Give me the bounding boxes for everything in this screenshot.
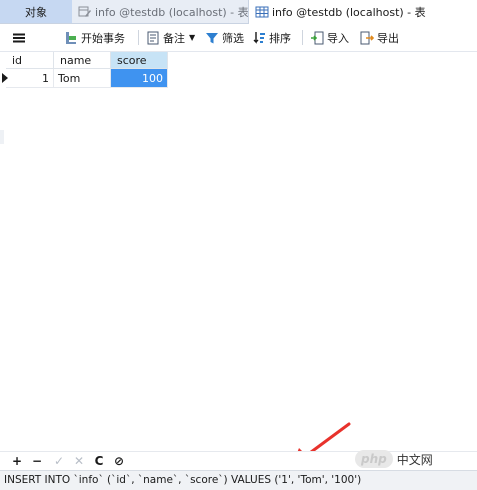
stop-button[interactable]: ⊘ xyxy=(110,452,128,470)
table-design-icon xyxy=(78,6,91,17)
sort-icon xyxy=(253,31,265,44)
begin-transaction-button[interactable]: 开始事务 xyxy=(64,24,125,51)
last-sql-statement: INSERT INTO `info` (`id`, `name`, `score… xyxy=(4,474,362,486)
export-button[interactable]: 导出 xyxy=(360,24,399,51)
menu-button[interactable] xyxy=(12,24,26,51)
tab-table-design-label: info @testdb (localhost) - 表 xyxy=(95,5,248,19)
filter-label: 筛选 xyxy=(222,31,244,45)
plus-icon: + xyxy=(11,454,23,468)
memo-label: 备注 xyxy=(163,31,185,45)
tab-table-design[interactable]: info @testdb (localhost) - 表 xyxy=(72,0,248,23)
watermark: php 中文网 xyxy=(355,448,433,470)
memo-icon xyxy=(147,31,159,44)
table-row[interactable]: 1 Tom 100 xyxy=(2,69,168,88)
transaction-icon xyxy=(66,31,76,44)
hamburger-icon xyxy=(13,33,25,42)
export-label: 导出 xyxy=(377,31,399,45)
check-icon: ✓ xyxy=(53,454,65,468)
toolbar: 开始事务 备注 ▼ 筛选 排序 导入 导出 xyxy=(0,24,477,52)
grid-header: id name score xyxy=(6,52,168,69)
cell-id[interactable]: 1 xyxy=(6,69,54,88)
tab-table-data-label: info @testdb (localhost) - 表 xyxy=(272,6,426,19)
apply-changes-button[interactable]: ✓ xyxy=(50,452,68,470)
tab-bar: 对象 info @testdb (localhost) - 表 info @te… xyxy=(0,0,477,24)
table-icon xyxy=(255,6,269,18)
refresh-icon: C xyxy=(94,454,104,468)
status-bar: INSERT INTO `info` (`id`, `name`, `score… xyxy=(0,470,477,490)
watermark-text: 中文网 xyxy=(396,452,433,467)
import-button[interactable]: 导入 xyxy=(310,24,349,51)
add-record-button[interactable]: + xyxy=(8,452,26,470)
tab-objects[interactable]: 对象 xyxy=(0,0,72,23)
data-grid: id name score 1 Tom 100 xyxy=(2,52,477,448)
column-header-score[interactable]: score xyxy=(111,52,168,69)
tab-table-data[interactable]: info @testdb (localhost) - 表 xyxy=(248,0,477,24)
refresh-button[interactable]: C xyxy=(90,452,108,470)
toolbar-separator xyxy=(302,30,303,45)
sort-label: 排序 xyxy=(269,31,291,45)
php-logo: php xyxy=(355,450,393,468)
column-header-id[interactable]: id xyxy=(6,52,54,69)
discard-changes-button[interactable]: ✕ xyxy=(70,452,88,470)
export-icon xyxy=(360,31,374,44)
memo-button[interactable]: 备注 ▼ xyxy=(146,24,195,51)
column-header-name[interactable]: name xyxy=(54,52,111,69)
chevron-down-icon[interactable]: ▼ xyxy=(189,33,195,42)
begin-transaction-label: 开始事务 xyxy=(81,31,125,45)
filter-icon xyxy=(206,32,218,43)
filter-button[interactable]: 筛选 xyxy=(205,24,244,51)
import-label: 导入 xyxy=(327,31,349,45)
stop-icon: ⊘ xyxy=(113,454,125,468)
cell-name[interactable]: Tom xyxy=(54,69,111,88)
splitter-handle[interactable] xyxy=(0,130,4,144)
import-icon xyxy=(311,31,324,44)
toolbar-separator xyxy=(138,30,139,45)
delete-record-button[interactable]: − xyxy=(28,452,46,470)
cell-score[interactable]: 100 xyxy=(111,69,168,88)
sort-button[interactable]: 排序 xyxy=(252,24,291,51)
close-icon: ✕ xyxy=(73,454,85,468)
minus-icon: − xyxy=(31,454,43,468)
tab-objects-label: 对象 xyxy=(25,5,47,19)
